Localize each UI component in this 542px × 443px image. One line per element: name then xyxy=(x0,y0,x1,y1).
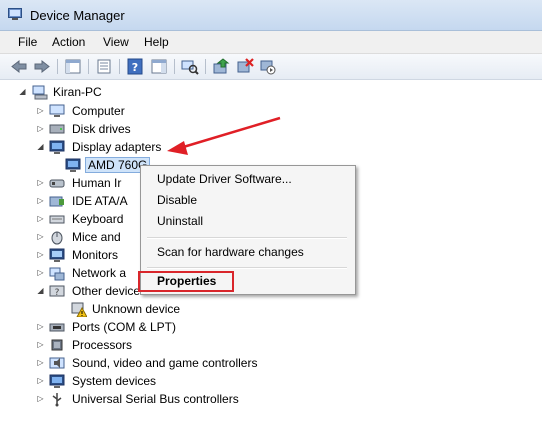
hid-icon xyxy=(49,179,65,188)
keyboard-icon xyxy=(49,215,65,224)
collapse-arrow-icon[interactable]: ◢ xyxy=(18,87,27,96)
expand-arrow-icon[interactable]: ▷ xyxy=(36,268,45,277)
tree-item-label: Disk drives xyxy=(72,122,131,136)
expand-arrow-icon[interactable]: ▷ xyxy=(36,340,45,349)
expand-arrow-icon[interactable]: ▷ xyxy=(36,376,45,385)
usb-icon xyxy=(52,393,62,407)
expand-arrow-icon[interactable]: ▷ xyxy=(36,178,45,187)
collapse-arrow-icon[interactable]: ◢ xyxy=(36,142,45,151)
monitor-icon xyxy=(49,248,65,262)
back-icon[interactable] xyxy=(10,58,28,75)
tree-item-label: Processors xyxy=(72,338,133,352)
svg-text:?: ? xyxy=(132,61,138,74)
forward-icon[interactable] xyxy=(33,58,51,75)
properties-icon[interactable] xyxy=(95,58,113,75)
expand-arrow-icon[interactable]: ▷ xyxy=(36,232,45,241)
svg-text:?: ? xyxy=(55,288,60,298)
menu-disable[interactable]: Disable xyxy=(157,193,197,207)
expand-arrow-icon[interactable]: ▷ xyxy=(36,214,45,223)
tree-item-label: Network a xyxy=(72,266,127,280)
tree-item-label: Monitors xyxy=(72,248,119,262)
disable-icon[interactable] xyxy=(259,58,277,75)
disk-drive-icon xyxy=(49,124,65,134)
tree-item-label: Mice and xyxy=(72,230,121,244)
display-adapter-icon xyxy=(49,140,65,154)
computer-icon xyxy=(49,104,65,117)
mouse-icon xyxy=(51,231,63,245)
expand-arrow-icon[interactable]: ▷ xyxy=(36,322,45,331)
computer-root-icon xyxy=(32,85,48,100)
toolbar: ? xyxy=(0,54,542,80)
expand-arrow-icon[interactable]: ▷ xyxy=(36,358,45,367)
tree-item-label: Universal Serial Bus controllers xyxy=(72,392,239,406)
network-adapter-icon xyxy=(49,267,65,281)
other-devices-icon: ? xyxy=(49,285,65,298)
expand-arrow-icon[interactable]: ▷ xyxy=(36,124,45,133)
processor-icon xyxy=(51,339,63,351)
uninstall-icon[interactable] xyxy=(236,58,254,75)
tree-item-label: Ports (COM & LPT) xyxy=(72,320,177,334)
properties-highlight-box xyxy=(138,271,234,292)
tree-item-label: Computer xyxy=(72,104,125,118)
expand-arrow-icon[interactable]: ▷ xyxy=(36,106,45,115)
tree-item-label: System devices xyxy=(72,374,157,388)
menu-view[interactable]: View xyxy=(103,35,129,49)
tree-item-label: Sound, video and game controllers xyxy=(72,356,258,370)
menu-scan-hardware[interactable]: Scan for hardware changes xyxy=(157,245,304,259)
tree-item-label: Human Ir xyxy=(72,176,122,190)
device-manager-icon xyxy=(8,8,22,20)
system-devices-icon xyxy=(49,374,65,388)
display-adapter-icon xyxy=(65,158,81,172)
window-title: Device Manager xyxy=(30,8,125,23)
context-menu: Update Driver Software... Disable Uninst… xyxy=(138,165,356,295)
expand-arrow-icon[interactable]: ▷ xyxy=(36,196,45,205)
collapse-arrow-icon[interactable]: ◢ xyxy=(36,286,45,295)
action-pane-icon[interactable] xyxy=(150,58,168,75)
sound-icon xyxy=(49,357,65,369)
menu-bar: File Action View Help xyxy=(0,31,542,54)
menu-update-driver[interactable]: Update Driver Software... xyxy=(157,172,292,186)
menu-file[interactable]: File xyxy=(18,35,37,49)
scan-hardware-icon[interactable] xyxy=(181,58,199,75)
update-driver-icon[interactable] xyxy=(212,58,230,75)
tree-item-label: Display adapters xyxy=(72,140,162,154)
port-icon xyxy=(49,323,65,332)
unknown-device-warning-icon xyxy=(71,302,87,317)
title-bar: Device Manager xyxy=(0,0,542,31)
help-icon[interactable]: ? xyxy=(126,58,144,75)
tree-item-label: Unknown device xyxy=(92,302,181,316)
ide-controller-icon xyxy=(49,196,64,207)
expand-arrow-icon[interactable]: ▷ xyxy=(36,250,45,259)
menu-action[interactable]: Action xyxy=(52,35,85,49)
menu-help[interactable]: Help xyxy=(144,35,169,49)
menu-uninstall[interactable]: Uninstall xyxy=(157,214,203,228)
tree-item-label: Other devices xyxy=(72,284,147,298)
console-tree-icon[interactable] xyxy=(64,58,82,75)
root-label: Kiran-PC xyxy=(53,85,102,99)
tree-item-label: Keyboard xyxy=(72,212,124,226)
expand-arrow-icon[interactable]: ▷ xyxy=(36,394,45,403)
tree-item-label: IDE ATA/A xyxy=(72,194,128,208)
